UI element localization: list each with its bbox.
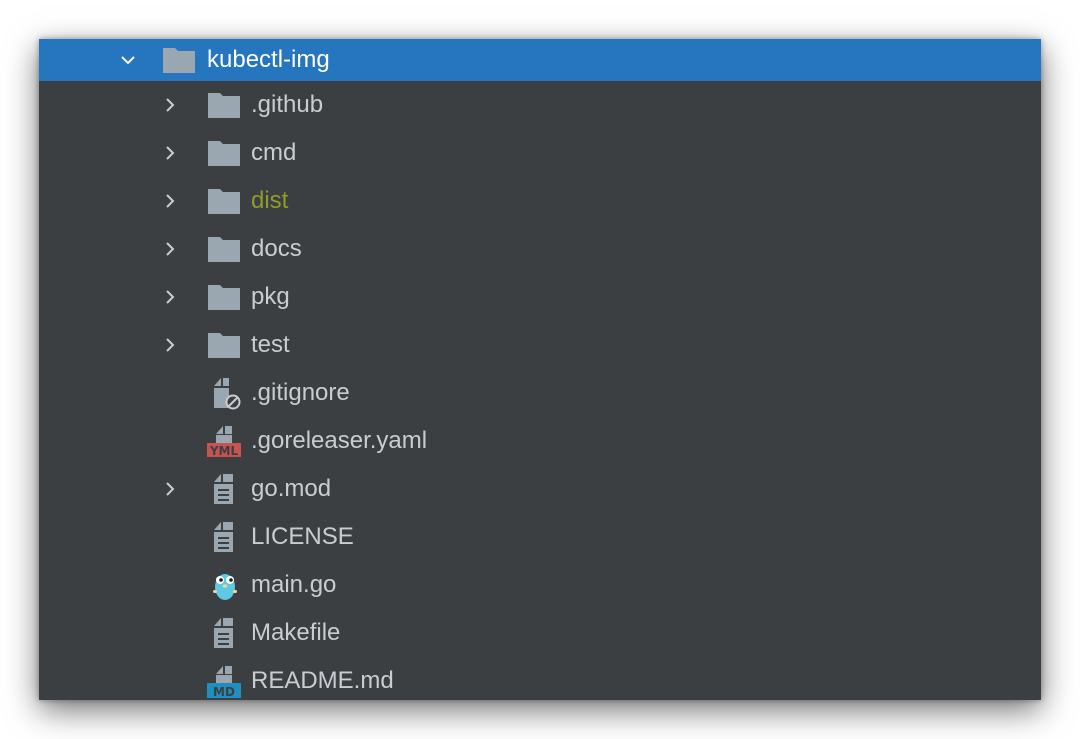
tree-item-label: Makefile <box>251 619 341 646</box>
tree-item-label: LICENSE <box>251 523 354 550</box>
tree-item-gomod[interactable]: go.mod <box>39 465 1041 513</box>
chevron-down-icon[interactable] <box>119 51 137 69</box>
chevron-right-icon[interactable] <box>161 192 179 210</box>
tree-root-row[interactable]: kubectl-img <box>39 39 1041 81</box>
chevron-right-icon[interactable] <box>161 288 179 306</box>
folder-icon <box>162 43 196 77</box>
text-file-icon <box>209 472 243 506</box>
tree-item-readme[interactable]: MD README.md <box>39 657 1041 700</box>
gopher-icon <box>209 568 243 602</box>
chevron-right-icon[interactable] <box>161 144 179 162</box>
yaml-file-icon: YML <box>207 424 241 458</box>
tree-item-label: pkg <box>251 283 290 310</box>
chevron-right-icon[interactable] <box>161 336 179 354</box>
tree-item-label: .goreleaser.yaml <box>251 427 428 454</box>
tree-item-label: test <box>251 331 290 358</box>
tree-item-docs[interactable]: docs <box>39 225 1041 273</box>
tree-item-label: dist <box>251 187 289 214</box>
tree-item-label: .github <box>251 91 324 118</box>
tree-item-makefile[interactable]: Makefile <box>39 609 1041 657</box>
folder-icon <box>207 184 241 218</box>
ignored-file-icon <box>209 376 243 410</box>
tree-item-label: cmd <box>251 139 297 166</box>
tree-item-dist[interactable]: dist <box>39 177 1041 225</box>
project-tree-panel: kubectl-img .github cmd dist docs pkg te… <box>39 39 1041 700</box>
chevron-right-icon[interactable] <box>161 96 179 114</box>
tree-item-goreleaser[interactable]: YML .goreleaser.yaml <box>39 417 1041 465</box>
tree-item-github[interactable]: .github <box>39 81 1041 129</box>
tree-item-label: docs <box>251 235 302 262</box>
tree-item-label: main.go <box>251 571 337 598</box>
folder-icon <box>207 280 241 314</box>
markdown-file-icon: MD <box>207 664 241 698</box>
chevron-right-icon[interactable] <box>161 480 179 498</box>
folder-icon <box>207 136 241 170</box>
tree-item-license[interactable]: LICENSE <box>39 513 1041 561</box>
tree-item-main-go[interactable]: main.go <box>39 561 1041 609</box>
chevron-right-icon[interactable] <box>161 240 179 258</box>
tree-root-label: kubectl-img <box>207 46 330 73</box>
tree-item-label: README.md <box>251 667 394 694</box>
tree-item-label: go.mod <box>251 475 332 502</box>
folder-icon <box>207 232 241 266</box>
tree-item-test[interactable]: test <box>39 321 1041 369</box>
text-file-icon <box>209 520 243 554</box>
tree-item-label: .gitignore <box>251 379 350 406</box>
folder-icon <box>207 328 241 362</box>
tree-item-pkg[interactable]: pkg <box>39 273 1041 321</box>
tree-item-cmd[interactable]: cmd <box>39 129 1041 177</box>
tree-item-gitignore[interactable]: .gitignore <box>39 369 1041 417</box>
svg-text:YML: YML <box>209 444 239 458</box>
text-file-icon <box>209 616 243 650</box>
svg-text:MD: MD <box>213 685 235 698</box>
folder-icon <box>207 88 241 122</box>
